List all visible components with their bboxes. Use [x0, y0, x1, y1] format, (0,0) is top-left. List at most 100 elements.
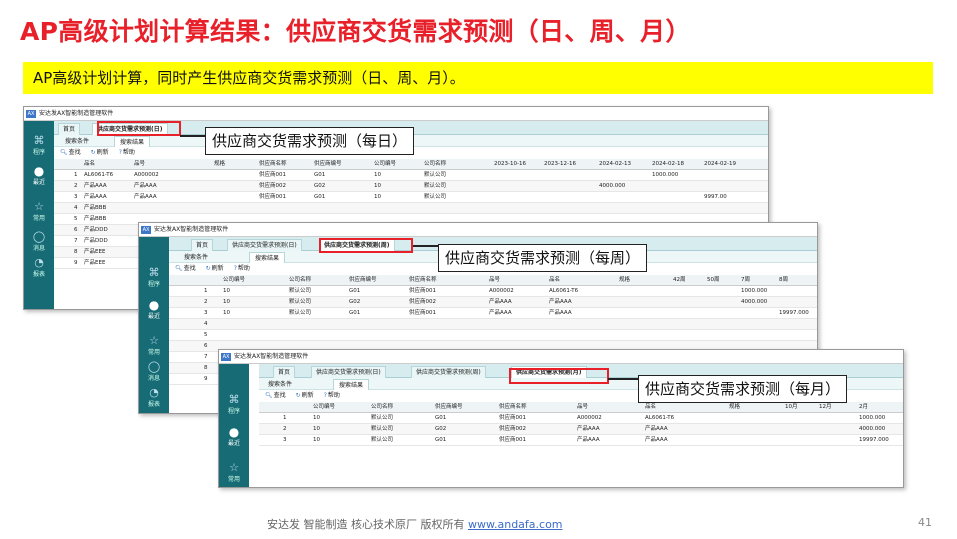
table-cell: 产品BBB: [84, 216, 107, 222]
tab-search-results[interactable]: 搜索结果: [333, 379, 370, 390]
column-header[interactable]: 2月: [859, 402, 868, 413]
weekly-callout: 供应商交货需求预测（每周）: [438, 244, 648, 272]
table-cell: G01: [314, 194, 326, 200]
column-header[interactable]: 公司编号: [374, 159, 396, 170]
column-header[interactable]: 10月: [785, 402, 798, 413]
table-row[interactable]: 2 10 默认公司 G02 供应商002 产品AAA 产品AAA 4000.000: [169, 297, 817, 308]
column-header[interactable]: 品名: [549, 275, 560, 286]
sidebar-item-4[interactable]: ◔ 报表: [139, 387, 169, 409]
refresh-button[interactable]: ↻刷新: [296, 392, 314, 399]
tab-search-results[interactable]: 搜索结果: [114, 136, 151, 147]
column-header[interactable]: 2024-02-13: [599, 159, 631, 170]
table-row[interactable]: 2 10 默认公司 G02 供应商002 产品AAA 产品AAA 4000.000: [259, 424, 903, 435]
row-number: 6: [204, 343, 208, 349]
tab-search-conditions[interactable]: 搜索条件: [263, 379, 297, 390]
column-header[interactable]: 供应商名称: [259, 159, 287, 170]
table-row[interactable]: 2 产品AAA 产品AAA 供应商002 G02 10 默认公司 4000.000: [54, 181, 768, 192]
column-header[interactable]: 供应商编号: [435, 402, 463, 413]
table-row[interactable]: 1 10 默认公司 G01 供应商001 A000002 AL6061-T6 1000.000: [259, 413, 903, 424]
grid-icon: ⌘: [148, 266, 160, 279]
column-header[interactable]: 规格: [619, 275, 630, 286]
sidebar-item-2[interactable]: ☆ 常用: [139, 335, 169, 357]
table-cell: 产品AAA: [489, 299, 512, 305]
column-header[interactable]: 规格: [214, 159, 225, 170]
sidebar-item-2[interactable]: ☆ 常用: [219, 462, 249, 484]
column-header[interactable]: 2024-02-18: [652, 159, 684, 170]
sidebar-item-1[interactable]: ● 最近: [139, 299, 169, 320]
table-row[interactable]: 1 AL6061-T6 A000002 供应商001 G01 10 默认公司 1000.000: [54, 170, 768, 181]
column-header[interactable]: 公司编号: [313, 402, 335, 413]
table-row[interactable]: 3 10 默认公司 G01 供应商001 产品AAA 产品AAA 19997.000: [259, 435, 903, 446]
refresh-button[interactable]: ↻刷新: [206, 265, 224, 272]
column-header[interactable]: 8周: [779, 275, 788, 286]
help-button[interactable]: ?帮助: [234, 265, 250, 272]
column-header[interactable]: 2024-02-19: [704, 159, 736, 170]
table-cell: 10: [374, 194, 381, 200]
table-cell: G02: [435, 426, 447, 432]
column-header[interactable]: 7周: [741, 275, 750, 286]
column-header[interactable]: 规格: [729, 402, 740, 413]
sidebar-item-3[interactable]: ◯ 消息: [139, 360, 169, 383]
sidebar-item-0[interactable]: ⌘ 程序: [24, 135, 54, 157]
column-header[interactable]: 供应商名称: [409, 275, 437, 286]
sidebar-item-4[interactable]: ◔ 报表: [24, 257, 54, 279]
table-row[interactable]: 4 产品BBB: [54, 203, 768, 214]
tab-home[interactable]: 首页: [58, 123, 81, 135]
sidebar: ⌘程序●最近☆常用◯消息◔报表: [219, 364, 249, 487]
table-row[interactable]: 3 产品AAA 产品AAA 供应商001 G01 10 默认公司 9997.00: [54, 192, 768, 203]
table-cell: 产品AAA: [84, 183, 107, 189]
column-header[interactable]: 品名: [84, 159, 95, 170]
help-button[interactable]: ?帮助: [119, 149, 135, 156]
column-header[interactable]: 公司名称: [289, 275, 311, 286]
tab-search-results[interactable]: 搜索结果: [249, 252, 286, 263]
tab-search-conditions[interactable]: 搜索条件: [60, 136, 94, 147]
column-header[interactable]: 42周: [673, 275, 686, 286]
tab-home[interactable]: 首页: [191, 239, 214, 251]
sidebar-item-2[interactable]: ☆ 常用: [24, 200, 54, 223]
tab-daily-forecast[interactable]: 供应商交货需求预测(日): [311, 366, 386, 378]
sidebar-item-1[interactable]: ● 最近: [24, 165, 54, 186]
tab-home[interactable]: 首页: [273, 366, 296, 378]
table-row[interactable]: 3 10 默认公司 G01 供应商001 产品AAA 产品AAA 19997.000: [169, 308, 817, 319]
column-header[interactable]: 50周: [707, 275, 720, 286]
column-header[interactable]: 品号: [134, 159, 145, 170]
column-header[interactable]: 供应商编号: [314, 159, 342, 170]
column-header[interactable]: 2023-10-16: [494, 159, 526, 170]
sidebar-item-0[interactable]: ⌘ 程序: [139, 266, 169, 289]
column-header[interactable]: 供应商编号: [349, 275, 377, 286]
footer-link[interactable]: www.andafa.com: [468, 518, 563, 531]
search-button[interactable]: 🔍︎查找: [60, 149, 81, 156]
monthly-callout: 供应商交货需求预测（每月）: [638, 375, 848, 403]
refresh-button[interactable]: ↻刷新: [91, 149, 109, 156]
table-cell: 产品AAA: [84, 194, 107, 200]
sidebar-item-3[interactable]: ◯ 消息: [24, 231, 54, 253]
search-button[interactable]: 🔍︎查找: [175, 265, 196, 272]
column-header[interactable]: 2023-12-16: [544, 159, 576, 170]
tab-search-conditions[interactable]: 搜索条件: [179, 252, 213, 263]
table-cell: 19997.000: [859, 437, 889, 443]
sidebar-item-1[interactable]: ● 最近: [219, 426, 249, 447]
chat-icon: ◯: [147, 360, 161, 373]
tab-weekly-forecast[interactable]: 供应商交货需求预测(周): [411, 366, 486, 378]
column-header[interactable]: 品号: [577, 402, 588, 413]
table-cell: A000002: [577, 415, 602, 421]
column-header[interactable]: 供应商名称: [499, 402, 527, 413]
column-header[interactable]: 品名: [645, 402, 656, 413]
search-button[interactable]: 🔍︎查找: [265, 392, 286, 399]
help-icon: ?: [323, 392, 327, 399]
table-row[interactable]: 5: [169, 330, 817, 341]
table-row[interactable]: 1 10 默认公司 G01 供应商001 A000002 AL6061-T6 1000.000: [169, 286, 817, 297]
column-header[interactable]: 公司名称: [424, 159, 446, 170]
table-cell: 产品EEE: [84, 260, 106, 266]
sidebar-item-label: 最近: [147, 313, 160, 320]
column-header[interactable]: 品号: [489, 275, 500, 286]
tab-daily-forecast[interactable]: 供应商交货需求预测(日): [227, 239, 302, 251]
table-cell: 默认公司: [371, 426, 394, 432]
column-header[interactable]: 公司编号: [223, 275, 245, 286]
help-button[interactable]: ?帮助: [324, 392, 340, 399]
column-header[interactable]: 公司名称: [371, 402, 393, 413]
sidebar-item-0[interactable]: ⌘ 程序: [219, 394, 249, 416]
star-icon: ☆: [34, 200, 44, 213]
column-header[interactable]: 12月: [819, 402, 832, 413]
table-row[interactable]: 4: [169, 319, 817, 330]
